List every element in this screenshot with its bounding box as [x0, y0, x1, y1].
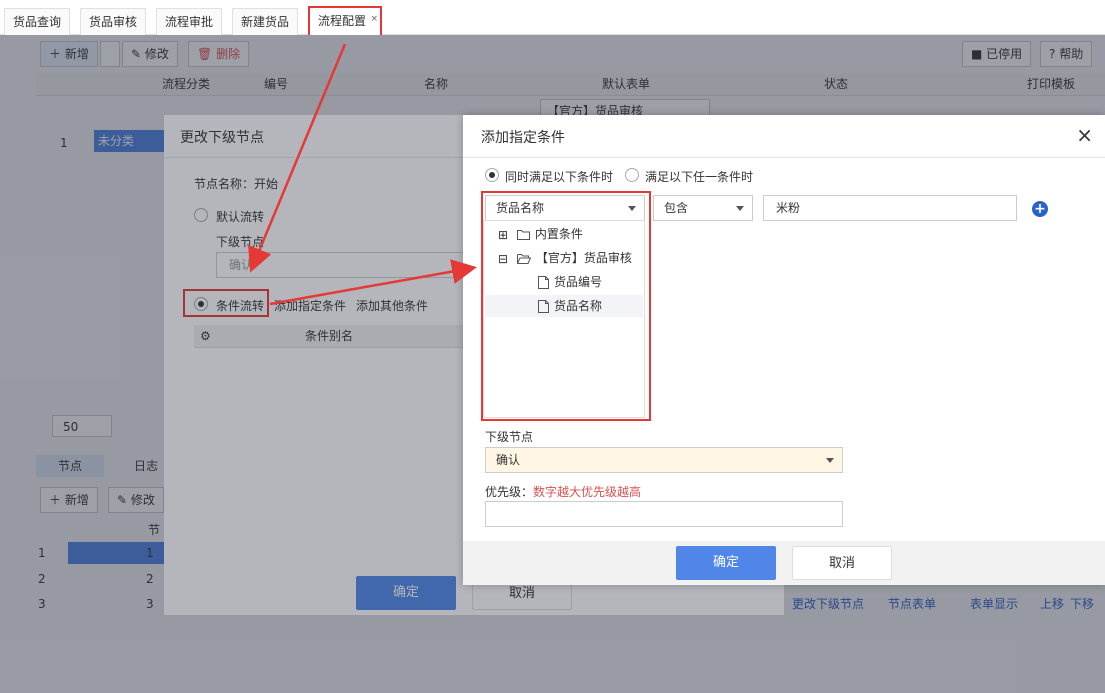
annotation-arrows [248, 43, 477, 306]
arrow-condition-to-tree [269, 259, 477, 306]
arrow-tab-to-dialog [248, 43, 347, 273]
